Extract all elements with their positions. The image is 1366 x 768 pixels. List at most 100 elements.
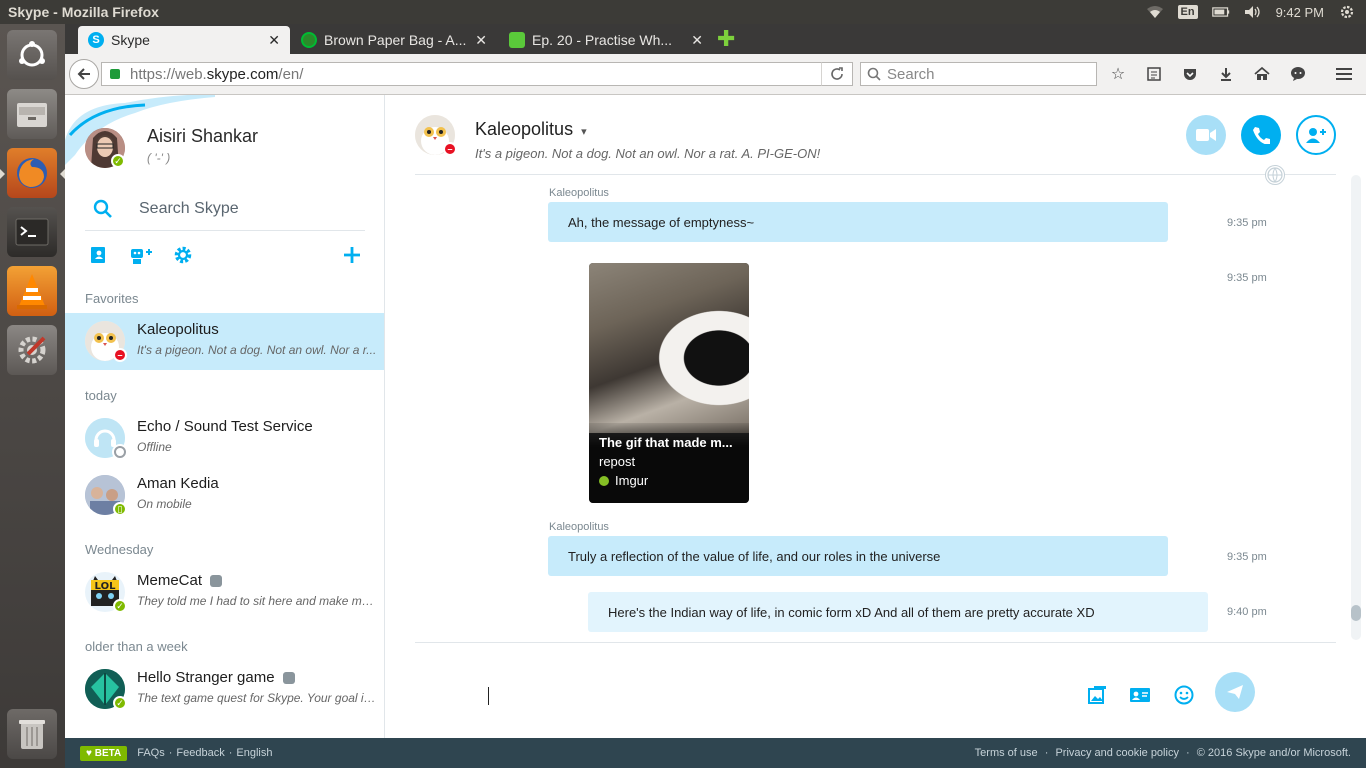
close-tab-icon[interactable]: ✕	[268, 32, 280, 49]
vlc-icon[interactable]	[7, 266, 57, 316]
section-wednesday: Wednesday	[85, 542, 154, 557]
message-sender: Kaleopolitus	[549, 187, 609, 199]
footer-legal: Terms of use · Privacy and cookie policy…	[975, 747, 1366, 759]
status-online-icon: ✓	[113, 599, 127, 613]
lock-icon	[110, 69, 120, 79]
emoticon-icon[interactable]	[1172, 683, 1196, 707]
hamburger-menu-icon[interactable]	[1333, 62, 1355, 86]
contact-name-text: MemeCat	[137, 572, 203, 589]
message-bubble[interactable]: Truly a reflection of the value of life,…	[548, 536, 1168, 576]
message-compose-area[interactable]	[415, 642, 1336, 738]
search-skype-field[interactable]: Search Skype	[85, 187, 365, 231]
separator: ·	[168, 747, 173, 759]
faqs-link[interactable]: FAQs	[137, 747, 165, 759]
chevron-down-icon[interactable]: ▾	[581, 126, 587, 138]
volume-icon[interactable]	[1244, 5, 1262, 19]
separator: ·	[1044, 747, 1049, 759]
message-scrollbar[interactable]	[1351, 175, 1361, 640]
tab-practise[interactable]: Ep. 20 - Practise Wh... ✕	[499, 26, 713, 54]
bookmark-star-icon[interactable]: ☆	[1107, 62, 1129, 86]
clock[interactable]: 9:42 PM	[1276, 5, 1324, 20]
url-prefix: https://web.	[130, 65, 207, 83]
url-bar[interactable]: https://web. skype.com/en/	[101, 62, 853, 86]
tab-skype[interactable]: S Skype ✕	[78, 26, 290, 54]
privacy-link[interactable]: Privacy and cookie policy	[1055, 747, 1179, 759]
search-skype-placeholder: Search Skype	[139, 199, 239, 217]
contact-name: Aman Kedia	[137, 475, 219, 492]
my-status-online-icon[interactable]: ✓	[111, 154, 125, 168]
terms-link[interactable]: Terms of use	[975, 747, 1038, 759]
reading-list-icon[interactable]	[1143, 62, 1165, 86]
contact-aman-kedia[interactable]: ▯ Aman Kedia On mobile	[65, 467, 384, 524]
close-tab-icon[interactable]: ✕	[691, 32, 703, 49]
hello-chat-icon[interactable]	[1287, 62, 1309, 86]
keyboard-layout-indicator[interactable]: En	[1177, 5, 1198, 19]
feedback-link[interactable]: Feedback	[176, 747, 224, 759]
video-call-button[interactable]	[1186, 115, 1226, 155]
message-bubble-outgoing[interactable]: Here's the Indian way of life, in comic …	[588, 592, 1208, 632]
settings-gear-icon[interactable]	[170, 242, 196, 268]
send-image-icon[interactable]	[1085, 683, 1109, 707]
contact-echo[interactable]: Echo / Sound Test Service Offline	[65, 410, 384, 467]
send-button[interactable]	[1215, 672, 1255, 712]
add-bot-icon[interactable]	[127, 242, 153, 268]
my-display-name[interactable]: Aisiri Shankar	[147, 126, 258, 147]
add-participant-button[interactable]	[1296, 115, 1336, 155]
video-camera-icon	[1196, 129, 1216, 141]
conversation-title[interactable]: Kaleopolitus ▾	[475, 119, 587, 140]
url-suffix: /en/	[278, 65, 304, 83]
back-button[interactable]	[69, 59, 99, 89]
section-today: today	[85, 388, 117, 403]
close-tab-icon[interactable]: ✕	[475, 32, 487, 49]
contact-kaleopolitus[interactable]: – Kaleopolitus It's a pigeon. Not a dog.…	[65, 313, 384, 370]
link-preview-card[interactable]: The gif that made m... repost Imgur	[589, 263, 749, 503]
tab-favicon-icon	[509, 32, 525, 48]
message-bubble[interactable]: Ah, the message of emptyness~	[548, 202, 1168, 242]
trash-icon[interactable]	[7, 709, 57, 759]
search-bar[interactable]: Search	[860, 62, 1097, 86]
contact-name-text: Hello Stranger game	[137, 669, 275, 686]
tab-brown-paper-bag[interactable]: Brown Paper Bag - A... ✕	[291, 26, 497, 54]
message-time: 9:35 pm	[1227, 272, 1267, 284]
system-settings-icon[interactable]	[7, 325, 57, 375]
preview-image-subject	[649, 303, 749, 413]
bot-badge-icon	[210, 575, 223, 588]
add-plus-icon[interactable]	[339, 242, 365, 268]
nav-bar: https://web. skype.com/en/ Search ☆	[65, 54, 1366, 95]
contacts-book-icon[interactable]	[85, 242, 111, 268]
url-domain: skype.com	[206, 65, 279, 83]
section-older: older than a week	[85, 639, 188, 654]
ubuntu-icon[interactable]	[7, 30, 57, 80]
status-online-icon: ✓	[113, 696, 127, 710]
scrollbar-thumb[interactable]	[1351, 605, 1361, 621]
pocket-icon[interactable]	[1179, 62, 1201, 86]
contact-mood: They told me I had to sit here and make …	[137, 594, 377, 608]
send-contact-icon[interactable]	[1128, 683, 1152, 707]
contact-mood: Offline	[137, 440, 172, 454]
new-tab-button[interactable]: ✚	[717, 28, 735, 50]
message-time: 9:35 pm	[1227, 217, 1267, 229]
contact-name: Hello Stranger game	[137, 669, 295, 686]
contact-memecat[interactable]: LOL ✓ MemeCat They told me I had to sit …	[65, 564, 384, 621]
my-mood-message[interactable]: ( '-' )	[147, 151, 170, 165]
session-gear-icon[interactable]	[1338, 5, 1356, 19]
terminal-icon[interactable]	[7, 207, 57, 257]
home-icon[interactable]	[1251, 62, 1273, 86]
globe-icon	[1265, 165, 1285, 185]
wifi-icon[interactable]	[1146, 5, 1164, 19]
tab-favicon-icon	[301, 32, 317, 48]
battery-icon[interactable]	[1211, 5, 1230, 19]
status-mobile-icon: ▯	[113, 502, 127, 516]
contacts-sidebar: ✓ Aisiri Shankar ( '-' ) Search Skype Fa…	[65, 95, 385, 738]
reload-button[interactable]	[821, 62, 853, 86]
download-icon[interactable]	[1215, 62, 1237, 86]
files-icon[interactable]	[7, 89, 57, 139]
contact-hello-stranger[interactable]: ✓ Hello Stranger game The text game ques…	[65, 661, 384, 718]
firefox-icon[interactable]	[7, 148, 57, 198]
audio-call-button[interactable]	[1241, 115, 1281, 155]
toolbar-icons: ☆	[1107, 62, 1355, 86]
tab-label: Skype	[111, 32, 150, 48]
conversation-header: – Kaleopolitus ▾ It's a pigeon. Not a dog…	[415, 95, 1336, 185]
search-placeholder: Search	[887, 65, 935, 83]
language-link[interactable]: English	[236, 747, 272, 759]
